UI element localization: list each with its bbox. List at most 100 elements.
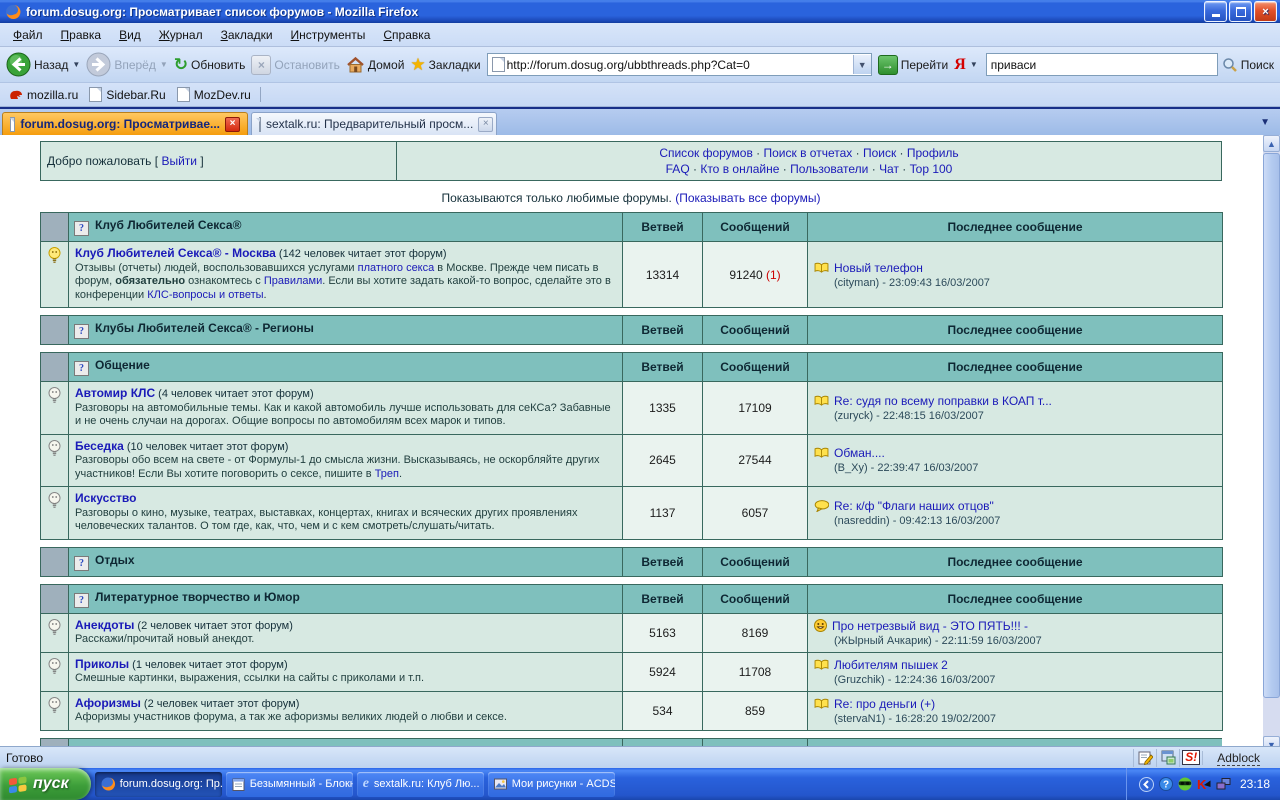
forum-row: Анекдоты (2 человек читает этот форум)Ра…: [41, 613, 1223, 652]
forum-status-cell: [41, 242, 69, 308]
last-message-link[interactable]: Любителям пышек 2: [834, 658, 948, 672]
help-icon[interactable]: ?: [74, 556, 89, 571]
star-icon: ★: [410, 56, 425, 73]
bookmark-item[interactable]: Sidebar.Ru: [85, 85, 172, 104]
forum-nav-link[interactable]: Пользователи: [790, 162, 868, 176]
navigation-toolbar: Назад ▼ Вперёд ▼ ↻ Обновить × Остановить…: [0, 47, 1280, 83]
menu-item[interactable]: Файл: [4, 25, 52, 45]
taskbar-task[interactable]: Безымянный - Блокнот: [226, 772, 353, 797]
forum-nav-link[interactable]: Поиск в отчетах: [764, 146, 853, 160]
last-message-cell: Обман....(B_Xy) - 22:39:47 16/03/2007: [808, 434, 1223, 487]
tray-help-icon[interactable]: ?: [1159, 777, 1173, 791]
last-message-link[interactable]: Новый телефон: [834, 261, 923, 275]
taskbar-task[interactable]: Мои рисунки - ACDS...: [488, 772, 615, 797]
search-engine-button[interactable]: Я ▼: [954, 57, 977, 73]
tab[interactable]: forum.dosug.org: Просматривае...×: [2, 112, 248, 135]
menu-item[interactable]: Закладки: [212, 25, 282, 45]
forum-nav-link[interactable]: Кто в онлайне: [700, 162, 779, 176]
help-icon[interactable]: ?: [74, 324, 89, 339]
help-icon[interactable]: ?: [74, 593, 89, 608]
url-input[interactable]: [505, 58, 853, 72]
forum-nav-link[interactable]: Чат: [879, 162, 899, 176]
forward-button[interactable]: Вперёд ▼: [86, 52, 167, 77]
category-header-row: ?Литературное творчество и ЮморВетвейСоо…: [41, 584, 1223, 613]
close-button[interactable]: ×: [1254, 1, 1277, 22]
forum-nav-link[interactable]: Список форумов: [659, 146, 753, 160]
category-title[interactable]: ?Клуб Любителей Секса®: [69, 213, 623, 242]
menu-item[interactable]: Правка: [52, 25, 111, 45]
compose-note-icon[interactable]: [1133, 749, 1156, 767]
last-message-link[interactable]: Re: к/ф "Флаги наших отцов": [834, 499, 994, 513]
menu-item[interactable]: Инструменты: [282, 25, 375, 45]
forum-link[interactable]: Искусство: [75, 491, 136, 505]
scroll-up-icon[interactable]: ▲: [1263, 135, 1280, 152]
bookmark-item[interactable]: mozilla.ru: [5, 86, 85, 104]
minimize-button[interactable]: [1204, 1, 1227, 22]
tab-close-icon[interactable]: ×: [478, 117, 493, 132]
bookmark-label: mozilla.ru: [27, 88, 78, 102]
adblock-status[interactable]: Adblock: [1202, 751, 1274, 765]
forum-nav-link[interactable]: Профиль: [907, 146, 959, 160]
forum-link[interactable]: Беседка: [75, 439, 124, 453]
description-link[interactable]: КЛС-вопросы и ответы: [147, 289, 263, 301]
last-message-link[interactable]: Про нетрезвый вид - ЭТО ПЯТЬ!!! -: [832, 619, 1028, 633]
url-bar[interactable]: ▼: [487, 53, 872, 76]
show-all-forums-link[interactable]: (Показывать все форумы): [675, 191, 820, 205]
category-title[interactable]: ?Литературное творчество и Юмор: [69, 584, 623, 613]
start-button[interactable]: пуск: [0, 768, 91, 800]
tray-network-icon[interactable]: [1216, 778, 1231, 791]
column-header: Ветвей: [623, 584, 703, 613]
reload-button[interactable]: ↻ Обновить: [174, 56, 246, 73]
screengrab-icon[interactable]: S!: [1179, 749, 1202, 767]
menu-item[interactable]: Справка: [374, 25, 439, 45]
scrollbar-thumb[interactable]: [1263, 153, 1280, 698]
restore-button[interactable]: [1229, 1, 1252, 22]
forum-link[interactable]: Афоризмы: [75, 696, 141, 710]
bookmark-item[interactable]: MozDev.ru: [173, 85, 258, 104]
menu-item[interactable]: Журнал: [150, 25, 212, 45]
search-label: Поиск: [1241, 58, 1274, 72]
forum-nav-link[interactable]: Top 100: [910, 162, 953, 176]
search-engine-dropdown-icon[interactable]: ▼: [970, 60, 978, 69]
category-title[interactable]: ?Клубы Любителей Секса® - Регионы: [69, 316, 623, 345]
last-message-link[interactable]: Re: судя по всему поправки в КОАП т...: [834, 394, 1052, 408]
taskbar-task[interactable]: esextalk.ru: Клуб Лю...: [357, 772, 484, 797]
tray-kaspersky-icon[interactable]: K: [1197, 777, 1211, 791]
search-button[interactable]: Поиск: [1222, 57, 1274, 73]
description-link[interactable]: Треп: [375, 468, 399, 480]
forum-nav-link[interactable]: FAQ: [666, 162, 690, 176]
column-header: Ветвей: [623, 316, 703, 345]
taskbar-task[interactable]: forum.dosug.org: Пр...: [95, 772, 222, 797]
forum-link[interactable]: Автомир КЛС: [75, 386, 155, 400]
search-box[interactable]: [986, 53, 1218, 76]
bulb-lit-icon: [48, 247, 61, 264]
back-dropdown-icon[interactable]: ▼: [72, 60, 80, 69]
tab-close-icon[interactable]: ×: [225, 117, 240, 132]
back-button[interactable]: Назад ▼: [6, 52, 80, 77]
tab[interactable]: sextalk.ru: Предварительный просм...×: [251, 112, 497, 135]
bookmarks-button[interactable]: ★ Закладки: [410, 56, 480, 73]
category-title[interactable]: ?Отдых: [69, 547, 623, 576]
vertical-scrollbar[interactable]: ▲ ▼: [1263, 135, 1280, 753]
last-message-link[interactable]: Re: про деньги (+): [834, 697, 935, 711]
description-link[interactable]: Правилами: [264, 275, 322, 287]
logout-link[interactable]: Выйти: [161, 154, 197, 168]
category-title[interactable]: ?Общение: [69, 353, 623, 382]
forum-link[interactable]: Приколы: [75, 657, 129, 671]
tray-collapse-icon[interactable]: [1139, 777, 1154, 792]
search-input[interactable]: [987, 58, 1217, 72]
scrapbook-icon[interactable]: [1156, 749, 1179, 767]
home-button[interactable]: Домой: [346, 56, 405, 73]
tab-list-dropdown-icon[interactable]: ▼: [1256, 117, 1274, 128]
forum-nav-link[interactable]: Поиск: [863, 146, 896, 160]
last-message-link[interactable]: Обман....: [834, 446, 885, 460]
tray-agent-icon[interactable]: [1178, 777, 1192, 791]
help-icon[interactable]: ?: [74, 361, 89, 376]
forum-link[interactable]: Анекдоты: [75, 618, 134, 632]
go-button[interactable]: → Перейти: [878, 55, 949, 75]
menu-item[interactable]: Вид: [110, 25, 150, 45]
description-link[interactable]: платного секса: [358, 262, 435, 274]
url-dropdown-icon[interactable]: ▼: [853, 55, 871, 74]
help-icon[interactable]: ?: [74, 221, 89, 236]
forum-link[interactable]: Клуб Любителей Секса® - Москва: [75, 246, 276, 260]
